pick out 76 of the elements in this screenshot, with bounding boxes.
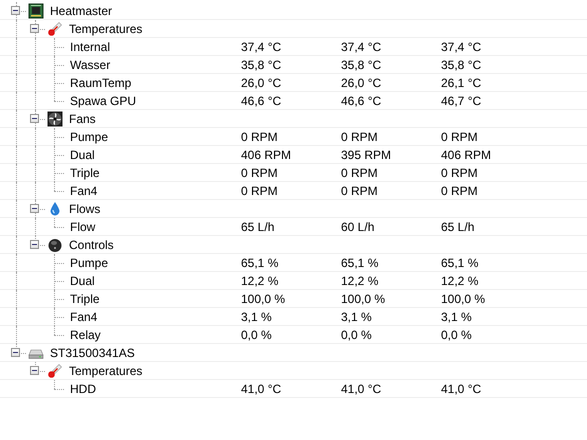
sensor-value: 0 RPM (340, 166, 379, 180)
sensor-value: 37,4 °C (340, 40, 382, 54)
sensor-value: 395 RPM (340, 148, 392, 162)
sensor-value: 46,6 °C (340, 94, 382, 108)
sensor-value: 37,4 °C (240, 40, 282, 54)
sensor-label[interactable]: Fan4 (70, 310, 98, 324)
sensor-value: 0 RPM (340, 130, 379, 144)
sensor-value: 37,4 °C (440, 40, 482, 54)
sensor-value: 65,1 % (440, 256, 480, 270)
collapse-button[interactable] (11, 348, 20, 357)
sensor-value: 41,0 °C (340, 382, 382, 396)
sensor-value: 0 RPM (240, 184, 279, 198)
sensor-value: 41,0 °C (440, 382, 482, 396)
sensor-value: 406 RPM (440, 148, 492, 162)
sensor-label[interactable]: RaumTemp (70, 76, 132, 90)
node-label[interactable]: Controls (69, 238, 114, 252)
sensor-value: 100,0 % (240, 292, 286, 306)
sensor-label[interactable]: Wasser (70, 58, 110, 72)
sensor-value: 0,0 % (340, 328, 373, 342)
sensor-label[interactable]: Pumpe (70, 130, 108, 144)
sensor-value: 26,1 °C (440, 76, 482, 90)
node-label[interactable]: Heatmaster (50, 4, 112, 18)
node-label[interactable]: ST31500341AS (50, 346, 135, 360)
sensor-label[interactable]: Relay (70, 328, 101, 342)
sensor-value: 60 L/h (340, 220, 376, 234)
sensor-value: 3,1 % (240, 310, 273, 324)
sensor-value: 0 RPM (240, 130, 279, 144)
sensor-value: 100,0 % (340, 292, 386, 306)
sensor-value: 46,7 °C (440, 94, 482, 108)
sensor-value: 100,0 % (440, 292, 486, 306)
collapse-button[interactable] (30, 366, 39, 375)
circuit-board-icon (28, 2, 44, 18)
sensor-value: 0,0 % (240, 328, 273, 342)
sensor-label[interactable]: Fan4 (70, 184, 98, 198)
sensor-value: 65 L/h (240, 220, 276, 234)
sensor-value: 65,1 % (340, 256, 380, 270)
sensor-label[interactable]: Triple (70, 292, 100, 306)
sensor-label[interactable]: Internal (70, 40, 110, 54)
sensor-value: 3,1 % (340, 310, 373, 324)
collapse-button[interactable] (30, 24, 39, 33)
sensor-value: 0 RPM (240, 166, 279, 180)
node-label[interactable]: Fans (69, 112, 96, 126)
sensor-value: 41,0 °C (240, 382, 282, 396)
sensor-label[interactable]: HDD (70, 382, 96, 396)
sensor-value: 0 RPM (440, 130, 479, 144)
sensor-value: 3,1 % (440, 310, 473, 324)
sensor-value: 35,8 °C (340, 58, 382, 72)
node-label[interactable]: Temperatures (69, 364, 142, 378)
sensor-value: 26,0 °C (240, 76, 282, 90)
sensor-value: 12,2 % (340, 274, 380, 288)
sensor-value: 46,6 °C (240, 94, 282, 108)
knob-icon (47, 236, 63, 252)
sensor-value: 65 L/h (440, 220, 476, 234)
collapse-button[interactable] (30, 204, 39, 213)
collapse-button[interactable] (30, 114, 39, 123)
sensor-value: 0 RPM (440, 184, 479, 198)
collapse-button[interactable] (30, 240, 39, 249)
sensor-label[interactable]: Dual (70, 148, 95, 162)
sensor-value: 406 RPM (240, 148, 292, 162)
sensor-value: 0,0 % (440, 328, 473, 342)
collapse-button[interactable] (11, 6, 20, 15)
sensor-label[interactable]: Flow (70, 220, 96, 234)
sensor-value: 0 RPM (440, 166, 479, 180)
sensor-label[interactable]: Triple (70, 166, 100, 180)
node-label[interactable]: Temperatures (69, 22, 142, 36)
sensor-label[interactable]: Spawa GPU (70, 94, 136, 108)
sensor-value: 0 RPM (340, 184, 379, 198)
sensor-label[interactable]: Dual (70, 274, 95, 288)
sensor-value: 12,2 % (240, 274, 280, 288)
sensor-value: 12,2 % (440, 274, 480, 288)
sensor-value: 35,8 °C (440, 58, 482, 72)
sensor-label[interactable]: Pumpe (70, 256, 108, 270)
node-label[interactable]: Flows (69, 202, 100, 216)
sensor-value: 26,0 °C (340, 76, 382, 90)
sensor-value: 35,8 °C (240, 58, 282, 72)
sensor-value: 65,1 % (240, 256, 280, 270)
